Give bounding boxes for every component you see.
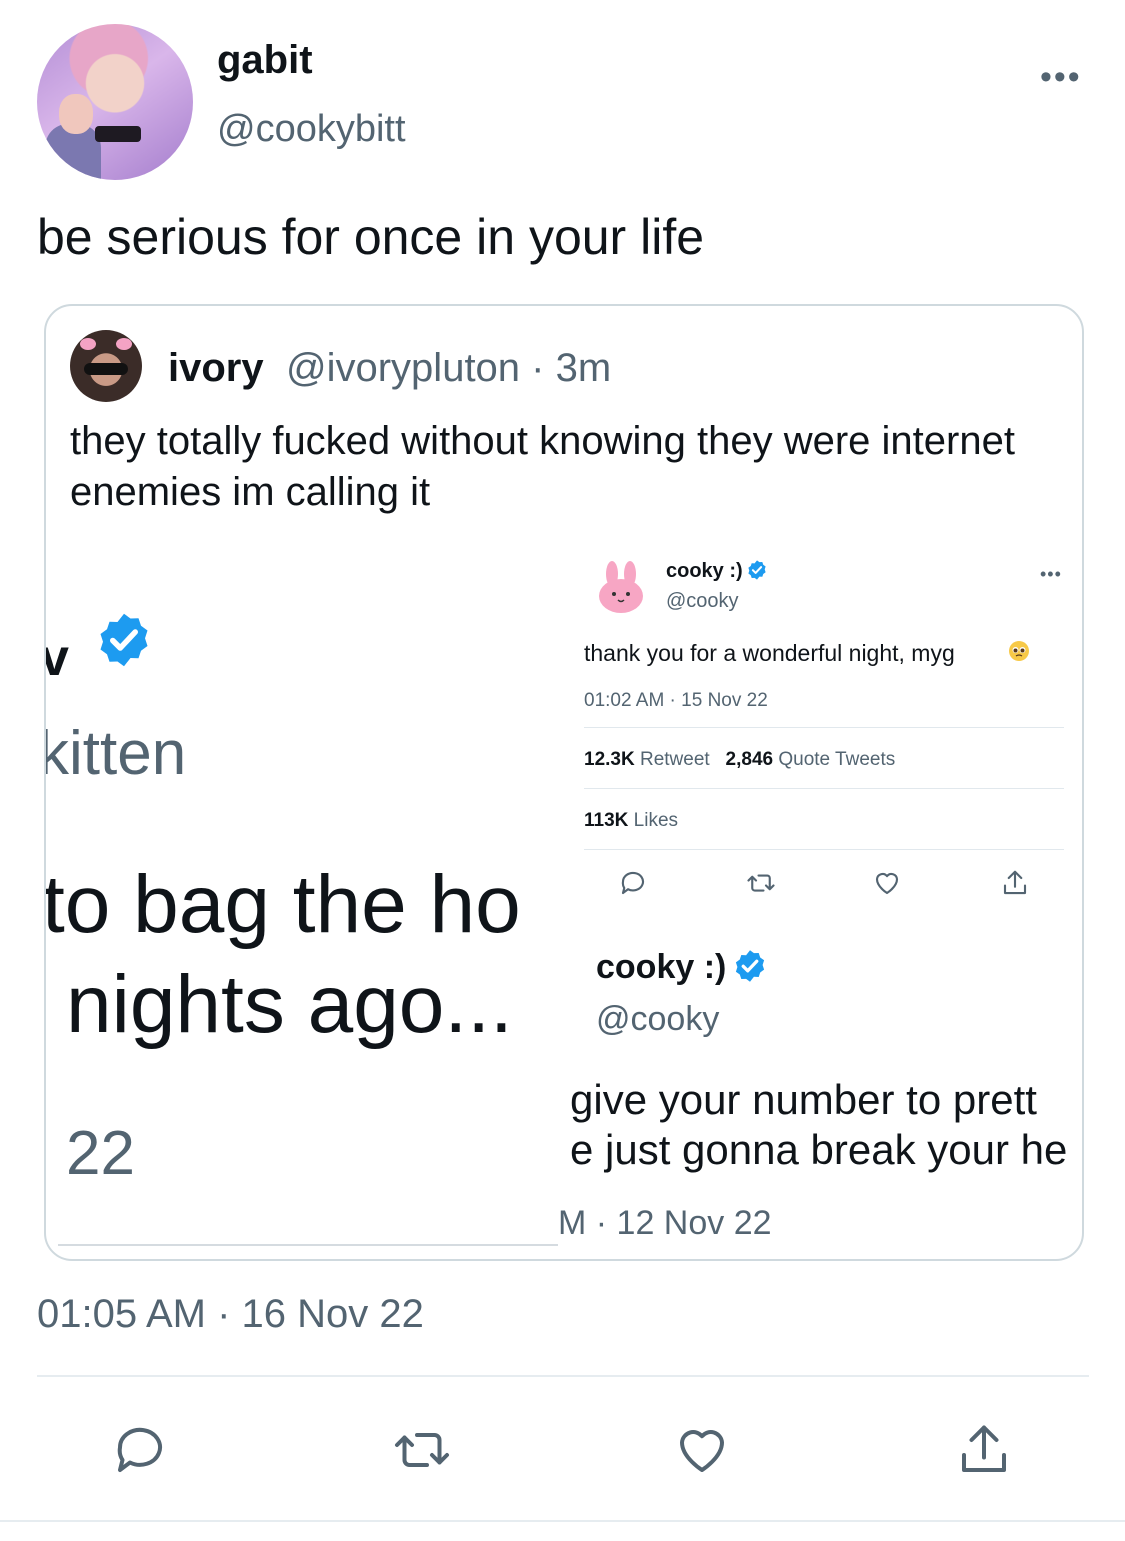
left-name-fragment: v	[46, 628, 69, 688]
quoted-author-name: ivory	[168, 346, 264, 390]
left-date-fragment: 22	[66, 1119, 135, 1188]
more-options-icon: •••	[1040, 564, 1062, 584]
quote-label: Quote Tweets	[778, 749, 896, 770]
pleading-face-icon	[1008, 640, 1030, 662]
cooky-tweet2-line1: give your number to prett	[570, 1076, 1037, 1123]
retweet-icon[interactable]	[392, 1420, 452, 1480]
left-divider	[58, 1244, 558, 1246]
cooky-tweet-text: thank you for a wonderful night, myg	[584, 640, 955, 666]
cooky-display-name-2: cooky :)	[596, 948, 727, 986]
share-icon[interactable]	[954, 1420, 1014, 1480]
reply-icon	[618, 868, 648, 898]
likes-stats: 113K Likes	[584, 810, 678, 832]
quoted-tweet-text: they totally fucked without knowing they…	[70, 419, 1015, 514]
left-text-line2: nights ago...	[66, 959, 513, 1050]
left-text-line1: to bag the ho	[46, 859, 521, 950]
quoted-author-avatar	[70, 330, 142, 402]
reply-icon[interactable]	[110, 1420, 170, 1480]
quoted-author-handle-time: @ivorypluton · 3m	[286, 346, 612, 390]
cooky-tweet2-time: M · 12 Nov 22	[558, 1204, 772, 1242]
likes-label: Likes	[633, 810, 679, 831]
share-icon	[1000, 868, 1030, 898]
divider	[0, 1520, 1125, 1522]
tweet-timestamp[interactable]: 01:05 AM · 16 Nov 22	[37, 1292, 424, 1337]
more-options-icon[interactable]: •••	[1040, 58, 1082, 97]
cooky-handle: @cooky	[666, 590, 739, 612]
cooky-tweet-time: 01:02 AM · 15 Nov 22	[584, 690, 768, 711]
cooky-avatar	[594, 558, 650, 614]
retweet-count: 12.3K	[584, 749, 635, 770]
cooky-display-name: cooky :)	[666, 560, 743, 582]
retweet-icon	[746, 868, 776, 898]
quoted-tweet-card[interactable]: ivory @ivorypluton · 3m they totally fuc…	[44, 304, 1084, 1261]
divider	[584, 788, 1064, 789]
divider	[584, 727, 1064, 728]
verified-badge-icon	[732, 948, 768, 984]
tweet-text: be serious for once in your life	[37, 209, 705, 265]
retweet-quote-stats: 12.3K Retweet 2,846 Quote Tweets	[584, 749, 895, 771]
divider	[584, 849, 1064, 850]
quoted-image-left: v kitten to bag the ho nights ago... 22	[46, 546, 558, 1246]
author-handle[interactable]: @cookybitt	[217, 108, 406, 151]
likes-count: 113K	[584, 810, 629, 831]
divider	[37, 1375, 1089, 1377]
verified-badge-icon	[94, 610, 154, 670]
cooky-tweet2-line2: e just gonna break your he	[570, 1126, 1068, 1173]
left-handle-fragment: kitten	[46, 719, 187, 788]
author-display-name[interactable]: gabit	[217, 38, 313, 83]
like-icon[interactable]	[672, 1420, 732, 1480]
cooky-handle-2: @cooky	[596, 1000, 720, 1038]
author-avatar[interactable]	[37, 24, 193, 180]
retweet-label: Retweet	[639, 749, 710, 770]
like-icon	[872, 868, 902, 898]
quote-count: 2,846	[725, 749, 774, 770]
verified-badge-icon	[746, 559, 768, 581]
